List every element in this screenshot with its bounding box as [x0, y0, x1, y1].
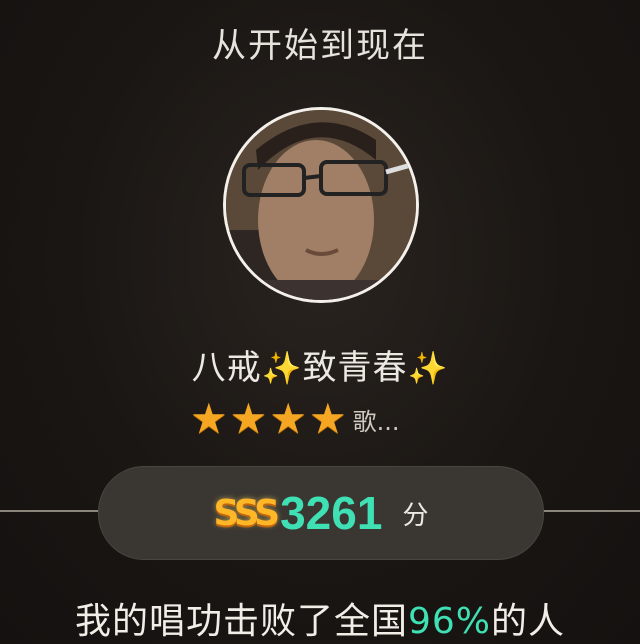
result-text: 我的唱功击败了全国96%的人 [0, 592, 640, 644]
page-title: 从开始到现在 [212, 26, 428, 66]
name-part-1: 八戒 [191, 348, 262, 388]
divider [0, 510, 100, 512]
result-suffix: 的人 [491, 601, 566, 642]
avatar-photo [226, 110, 416, 300]
rating: ★ ★ ★ ★ 歌... [190, 397, 400, 441]
singer-name: 八戒✨致青春✨ [0, 340, 640, 389]
star-icon: ★ [229, 394, 268, 443]
result-percent: 96% [407, 601, 491, 642]
name-part-2: 致青春 [302, 348, 408, 388]
divider [540, 510, 640, 512]
star-icon: ★ [269, 394, 307, 443]
sparkle-icon: ✨ [261, 349, 303, 387]
result-prefix: 我的唱功击败了全国 [74, 601, 408, 642]
sparkle-icon: ✨ [407, 349, 449, 387]
score-unit: 分 [402, 500, 429, 531]
score-panel: SSS 3261 分 [98, 466, 544, 560]
star-icon: ★ [190, 394, 228, 443]
score-value: 3261 [280, 487, 383, 539]
avatar[interactable] [223, 107, 419, 303]
sss-badge-icon: SSS [213, 492, 281, 534]
rating-suffix: 歌... [352, 407, 400, 436]
star-icon: ★ [308, 394, 347, 443]
